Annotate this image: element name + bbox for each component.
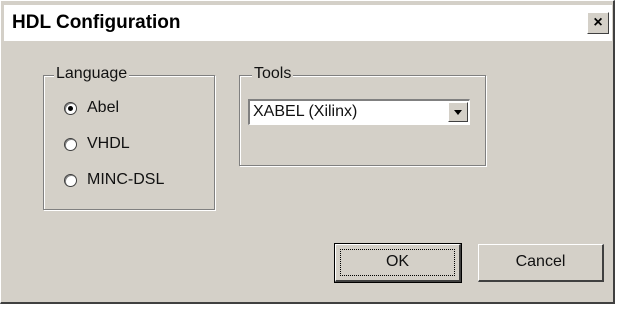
dialog-title: HDL Configuration [12, 12, 181, 33]
ok-button-label: OK [385, 253, 410, 270]
radio-minc-dsl[interactable]: MINC-DSL [64, 171, 164, 189]
radio-vhdl[interactable]: VHDL [64, 135, 130, 153]
title-bar[interactable]: HDL Configuration × [4, 5, 612, 41]
close-button[interactable]: × [587, 12, 609, 34]
ok-button[interactable]: OK [334, 243, 462, 283]
radio-minc-dsl-label: MINC-DSL [87, 171, 165, 188]
chevron-down-icon[interactable] [448, 102, 468, 122]
radio-button-checked-icon[interactable] [64, 101, 77, 115]
radio-abel-label: Abel [87, 99, 120, 116]
radio-vhdl-label: VHDL [87, 135, 130, 152]
tools-select-value: XABEL (Xilinx) [253, 103, 358, 120]
tools-select[interactable]: XABEL (Xilinx) [248, 99, 470, 125]
radio-button-icon[interactable] [64, 173, 77, 187]
tools-group-label: Tools [252, 65, 294, 83]
radio-button-icon[interactable] [64, 137, 77, 151]
cancel-button[interactable]: Cancel [478, 244, 604, 282]
radio-abel[interactable]: Abel [64, 99, 119, 117]
language-groupbox: Language Abel VHDL MINC-DSL [43, 65, 215, 210]
cancel-button-label: Cancel [515, 253, 566, 270]
tools-groupbox: Tools XABEL (Xilinx) [239, 65, 486, 166]
hdl-configuration-dialog: HDL Configuration × Language Abel VHDL M… [0, 0, 615, 304]
language-group-label: Language [54, 65, 130, 83]
close-icon: × [593, 14, 603, 31]
